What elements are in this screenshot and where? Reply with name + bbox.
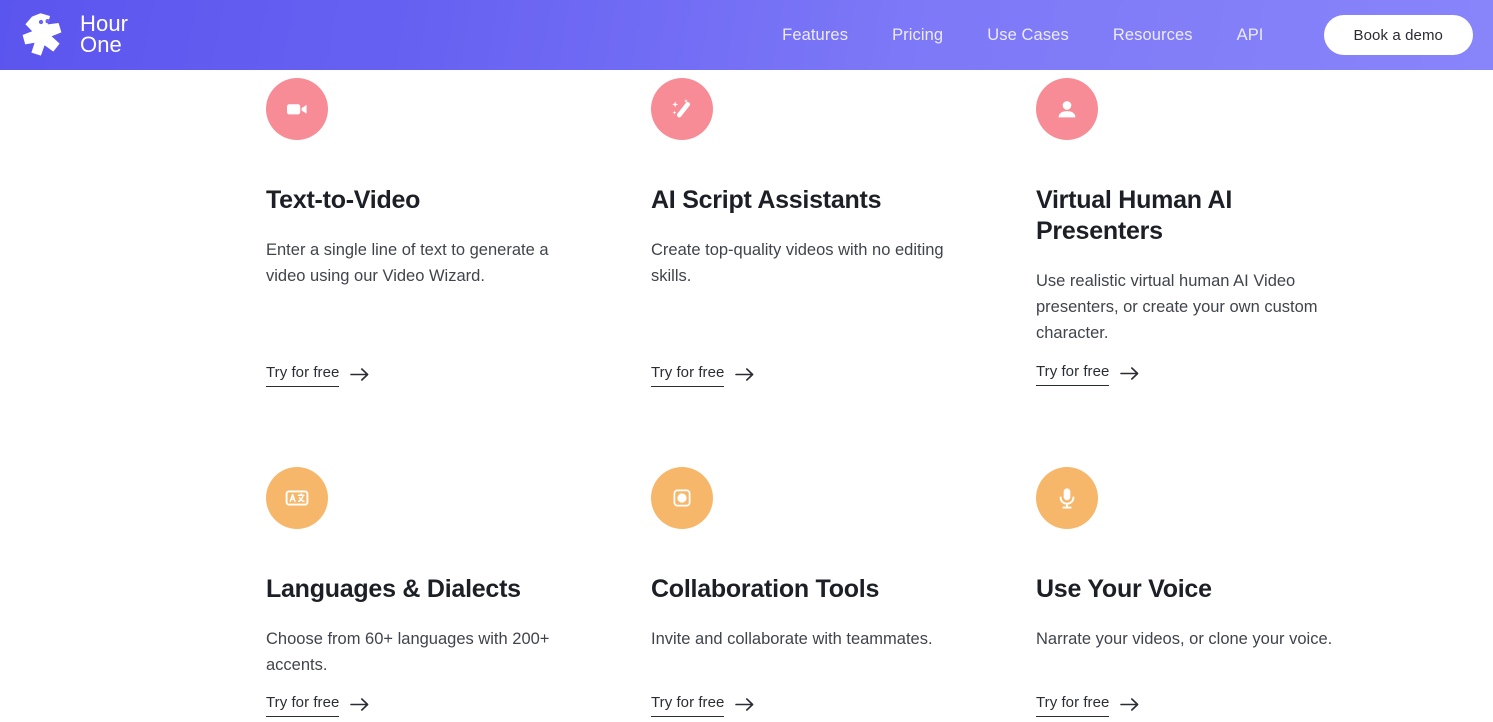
features-grid-row-1: Text-to-Video Enter a single line of tex… bbox=[0, 70, 1493, 459]
main-navigation: Features Pricing Use Cases Resources API… bbox=[760, 15, 1493, 55]
try-for-free-label: Try for free bbox=[1036, 694, 1110, 717]
arrow-right-icon bbox=[350, 698, 369, 711]
feature-title: Virtual Human AI Presenters bbox=[1036, 186, 1233, 245]
try-for-free-link[interactable]: Try for free bbox=[651, 364, 755, 387]
try-for-free-label: Try for free bbox=[266, 364, 340, 387]
feature-card-ai-script-assistants: AI Script Assistants Create top-quality … bbox=[651, 78, 991, 459]
feature-card-use-your-voice: Use Your Voice Narrate your videos, or c… bbox=[1036, 467, 1376, 717]
feature-card-text-to-video: Text-to-Video Enter a single line of tex… bbox=[266, 78, 606, 459]
book-a-demo-button[interactable]: Book a demo bbox=[1323, 15, 1473, 55]
logo-wordmark: Hour One bbox=[80, 11, 129, 57]
feature-description: Enter a single line of text to generate … bbox=[266, 241, 549, 285]
feature-title: Collaboration Tools bbox=[651, 575, 880, 603]
arrow-right-icon bbox=[735, 368, 754, 381]
feature-title: AI Script Assistants bbox=[651, 186, 882, 214]
microphone-icon bbox=[1036, 467, 1098, 529]
feature-title: Use Your Voice bbox=[1036, 575, 1212, 603]
nav-item-features[interactable]: Features bbox=[760, 16, 870, 55]
nav-item-resources[interactable]: Resources bbox=[1091, 16, 1215, 55]
try-for-free-link[interactable]: Try for free bbox=[266, 364, 370, 387]
feature-description: Narrate your videos, or clone your voice… bbox=[1036, 630, 1333, 648]
try-for-free-label: Try for free bbox=[266, 694, 340, 717]
try-for-free-link[interactable]: Try for free bbox=[1036, 694, 1140, 717]
feature-description: Choose from 60+ languages with 200+ acce… bbox=[266, 630, 550, 674]
arrow-right-icon bbox=[350, 368, 369, 381]
feature-card-languages-and-dialects: Languages & Dialects Choose from 60+ lan… bbox=[266, 467, 606, 717]
feature-description: Create top-quality videos with no editin… bbox=[651, 241, 944, 285]
features-grid-row-2: Languages & Dialects Choose from 60+ lan… bbox=[0, 459, 1493, 717]
magic-wand-icon bbox=[651, 78, 713, 140]
feature-description: Use realistic virtual human AI Video pre… bbox=[1036, 272, 1318, 342]
feature-title: Text-to-Video bbox=[266, 186, 421, 214]
site-header: Hour One Features Pricing Use Cases Resou… bbox=[0, 0, 1493, 70]
frame-circle-icon bbox=[651, 467, 713, 529]
nav-item-api[interactable]: API bbox=[1215, 16, 1286, 55]
try-for-free-label: Try for free bbox=[651, 364, 725, 387]
feature-description: Invite and collaborate with teammates. bbox=[651, 630, 933, 648]
person-icon bbox=[1036, 78, 1098, 140]
feature-card-collaboration-tools: Collaboration Tools Invite and collabora… bbox=[651, 467, 991, 717]
logo-hour-one[interactable]: Hour One bbox=[17, 8, 128, 62]
try-for-free-label: Try for free bbox=[1036, 363, 1110, 386]
try-for-free-link[interactable]: Try for free bbox=[266, 694, 370, 717]
try-for-free-label: Try for free bbox=[651, 694, 725, 717]
hour-one-star-logo-icon bbox=[17, 8, 71, 62]
nav-item-use-cases[interactable]: Use Cases bbox=[965, 16, 1091, 55]
try-for-free-link[interactable]: Try for free bbox=[1036, 363, 1140, 386]
video-camera-icon bbox=[266, 78, 328, 140]
arrow-right-icon bbox=[1120, 698, 1139, 711]
arrow-right-icon bbox=[1120, 367, 1139, 380]
try-for-free-link[interactable]: Try for free bbox=[651, 694, 755, 717]
arrow-right-icon bbox=[735, 698, 754, 711]
feature-card-virtual-human-ai-presenters: Virtual Human AI Presenters Use realisti… bbox=[1036, 78, 1376, 459]
nav-item-pricing[interactable]: Pricing bbox=[870, 16, 965, 55]
feature-title: Languages & Dialects bbox=[266, 575, 521, 603]
translate-icon bbox=[266, 467, 328, 529]
features-section: Text-to-Video Enter a single line of tex… bbox=[0, 70, 1493, 717]
